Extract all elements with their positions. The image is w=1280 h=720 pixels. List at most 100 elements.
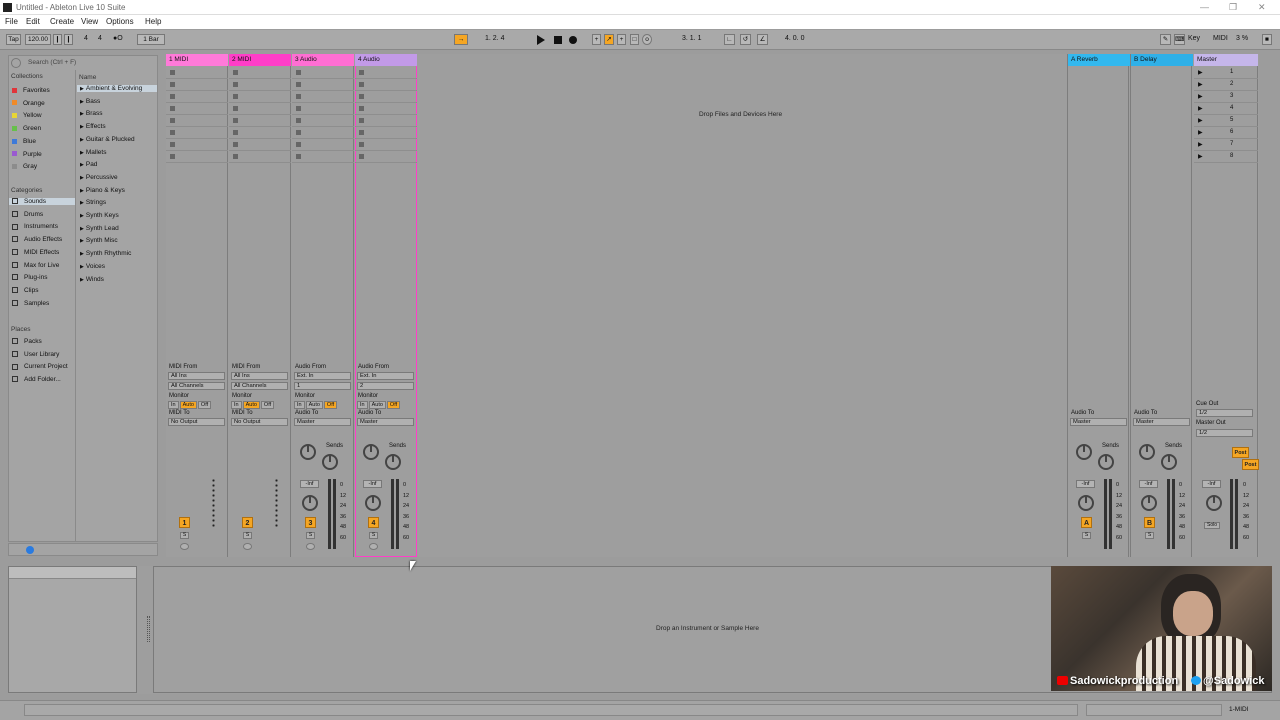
solo-button[interactable]: Solo <box>1204 522 1220 529</box>
scene-launch[interactable]: ▶ 7 <box>1194 139 1258 151</box>
loop-start[interactable]: 3. 1. 1 <box>682 35 701 42</box>
monitor-in[interactable]: In <box>168 401 179 409</box>
sig-denominator[interactable]: 4 <box>98 35 102 42</box>
category-item[interactable]: Drums <box>9 211 75 218</box>
tap-button[interactable]: Tap <box>6 34 21 45</box>
return-track-header[interactable]: B Delay <box>1131 54 1193 66</box>
collection-item[interactable]: Gray <box>12 163 37 170</box>
pan-knob[interactable] <box>1141 495 1157 511</box>
browser-item[interactable]: ▶ Voices <box>77 263 157 270</box>
collection-item[interactable]: Orange <box>12 100 45 107</box>
input-channel-select[interactable]: 2 <box>357 382 414 390</box>
resize-handle[interactable] <box>147 616 150 642</box>
volume-field[interactable]: -Inf <box>300 480 319 488</box>
monitor-toggle[interactable]: In Auto Off <box>294 401 338 409</box>
volume-slider[interactable] <box>212 478 215 528</box>
place-item[interactable]: Add Folder... <box>12 376 61 383</box>
clip-slot[interactable] <box>355 139 417 151</box>
category-item[interactable]: MIDI Effects <box>9 249 75 256</box>
solo-button[interactable]: S <box>243 532 252 539</box>
arrangement-position[interactable]: 1. 2. 4 <box>485 35 504 42</box>
track-header[interactable]: 2 MIDI <box>229 54 291 66</box>
clip-slot[interactable] <box>166 79 228 91</box>
clip-slot[interactable] <box>166 91 228 103</box>
key-map-button[interactable]: Key <box>1188 35 1200 42</box>
clip-stop-icon[interactable] <box>233 94 238 99</box>
stop-icon[interactable] <box>554 36 562 44</box>
category-item[interactable]: Max for Live <box>9 262 75 269</box>
monitor-in[interactable]: In <box>294 401 305 409</box>
quantization-select[interactable]: 1 Bar <box>137 34 165 45</box>
metronome-icon[interactable]: ●O <box>113 35 123 42</box>
scene-play-icon[interactable]: ▶ <box>1198 105 1203 112</box>
track-header[interactable]: 4 Audio <box>355 54 417 66</box>
clip-slot[interactable] <box>166 67 228 79</box>
send-a-knob[interactable] <box>300 444 316 460</box>
clip-stop-icon[interactable] <box>170 106 175 111</box>
clip-stop-icon[interactable] <box>170 130 175 135</box>
track-activator-button[interactable]: 3 <box>305 517 316 528</box>
pan-knob[interactable] <box>365 495 381 511</box>
category-item[interactable]: Plug-ins <box>9 274 75 281</box>
scene-launch[interactable]: ▶ 4 <box>1194 103 1258 115</box>
key-map-icon[interactable]: ⌨ <box>1174 34 1185 45</box>
clip-slot[interactable] <box>229 103 291 115</box>
clip-slot[interactable] <box>166 103 228 115</box>
volume-field[interactable]: -Inf <box>363 480 382 488</box>
monitor-auto[interactable]: Auto <box>368 401 386 409</box>
clip-slot[interactable] <box>355 79 417 91</box>
tempo-field[interactable]: 120.00 <box>25 34 51 45</box>
browser-item[interactable]: ▶ Brass <box>77 110 157 117</box>
clip-slot[interactable] <box>292 103 354 115</box>
arm-button[interactable] <box>243 543 252 550</box>
output-select[interactable]: Master <box>1133 418 1190 426</box>
category-item[interactable]: Sounds <box>9 198 75 205</box>
clip-stop-icon[interactable] <box>296 154 301 159</box>
clip-slot[interactable] <box>292 91 354 103</box>
place-item[interactable]: Packs <box>12 338 42 345</box>
menu-options[interactable]: Options <box>106 17 134 26</box>
clip-slot[interactable] <box>229 115 291 127</box>
arm-button[interactable] <box>180 543 189 550</box>
scene-launch[interactable]: ▶ 6 <box>1194 127 1258 139</box>
overdub-icon[interactable]: + <box>592 34 601 45</box>
clip-stop-icon[interactable] <box>359 118 364 123</box>
cue-volume-knob[interactable] <box>1206 495 1222 511</box>
clip-slot[interactable] <box>229 79 291 91</box>
master-out-select[interactable]: 1/2 <box>1196 429 1253 437</box>
send-a-knob[interactable] <box>1076 444 1092 460</box>
browser-item[interactable]: ▶ Pad <box>77 161 157 168</box>
monitor-auto[interactable]: Auto <box>179 401 197 409</box>
browser-item[interactable]: ▶ Strings <box>77 199 157 206</box>
input-channel-select[interactable]: All Channels <box>231 382 288 390</box>
clip-slot[interactable] <box>355 115 417 127</box>
clip-stop-icon[interactable] <box>359 130 364 135</box>
input-source-select[interactable]: All Ins <box>168 372 225 380</box>
clip-slot[interactable] <box>292 151 354 163</box>
clip-stop-icon[interactable] <box>170 142 175 147</box>
collection-item[interactable]: Blue <box>12 138 36 145</box>
category-item[interactable]: Instruments <box>9 223 75 230</box>
close-icon[interactable]: ✕ <box>1258 2 1266 13</box>
category-item[interactable]: Samples <box>9 300 75 307</box>
clip-slot[interactable] <box>355 91 417 103</box>
browser-item[interactable]: ▶ Bass <box>77 98 157 105</box>
send-b-knob[interactable] <box>385 454 401 470</box>
volume-slider[interactable] <box>275 478 278 528</box>
minimize-icon[interactable]: — <box>1200 2 1209 12</box>
monitor-toggle[interactable]: In Auto Off <box>168 401 212 409</box>
loop-length[interactable]: 4. 0. 0 <box>785 35 804 42</box>
menu-file[interactable]: File <box>5 17 18 26</box>
browser-item[interactable]: ▶ Piano & Keys <box>77 187 157 194</box>
menu-help[interactable]: Help <box>145 17 161 26</box>
browser-item[interactable]: ▶ Ambient & Evolving <box>77 85 157 92</box>
track-activator-button[interactable]: 4 <box>368 517 379 528</box>
clip-slot[interactable] <box>355 127 417 139</box>
master-track-header[interactable]: Master <box>1194 54 1258 66</box>
clip-stop-icon[interactable] <box>233 70 238 75</box>
browser-item[interactable]: ▶ Synth Rhythmic <box>77 250 157 257</box>
clip-slot[interactable] <box>355 151 417 163</box>
clip-stop-icon[interactable] <box>296 94 301 99</box>
punch-out-icon[interactable]: ∠ <box>757 34 768 45</box>
browser-item[interactable]: ▶ Winds <box>77 276 157 283</box>
